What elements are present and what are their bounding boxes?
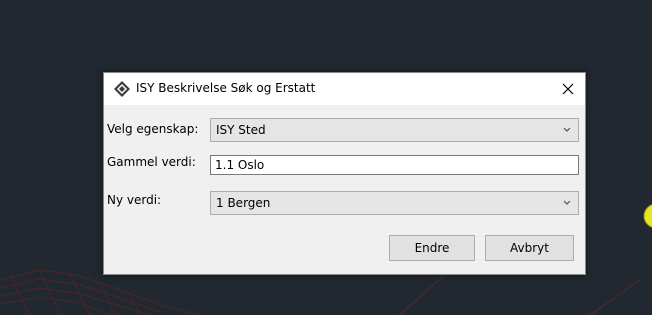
chevron-down-icon: [563, 200, 571, 205]
new-value-select-value: 1 Bergen: [216, 196, 271, 210]
property-select-value: ISY Sted: [216, 123, 266, 137]
yellow-marker-shape: [643, 204, 652, 228]
cancel-button[interactable]: Avbryt: [485, 235, 574, 261]
new-value-label: Ny verdi:: [107, 193, 162, 207]
search-replace-dialog: ISY Beskrivelse Søk og Erstatt Velg egen…: [103, 72, 586, 275]
property-select[interactable]: ISY Sted: [210, 118, 579, 142]
dialog-title: ISY Beskrivelse Søk og Erstatt: [136, 81, 316, 95]
chevron-down-icon: [563, 127, 571, 132]
close-icon: [562, 83, 574, 95]
close-button[interactable]: [551, 73, 585, 105]
old-value-label: Gammel verdi:: [107, 155, 196, 169]
new-value-select[interactable]: 1 Bergen: [210, 191, 579, 215]
dialog-titlebar: ISY Beskrivelse Søk og Erstatt: [104, 73, 585, 105]
property-label: Velg egenskap:: [107, 122, 199, 136]
change-button[interactable]: Endre: [389, 235, 475, 261]
isy-diamond-icon: [114, 81, 130, 97]
old-value-field[interactable]: [211, 156, 578, 174]
old-value-field-box: [210, 155, 579, 175]
